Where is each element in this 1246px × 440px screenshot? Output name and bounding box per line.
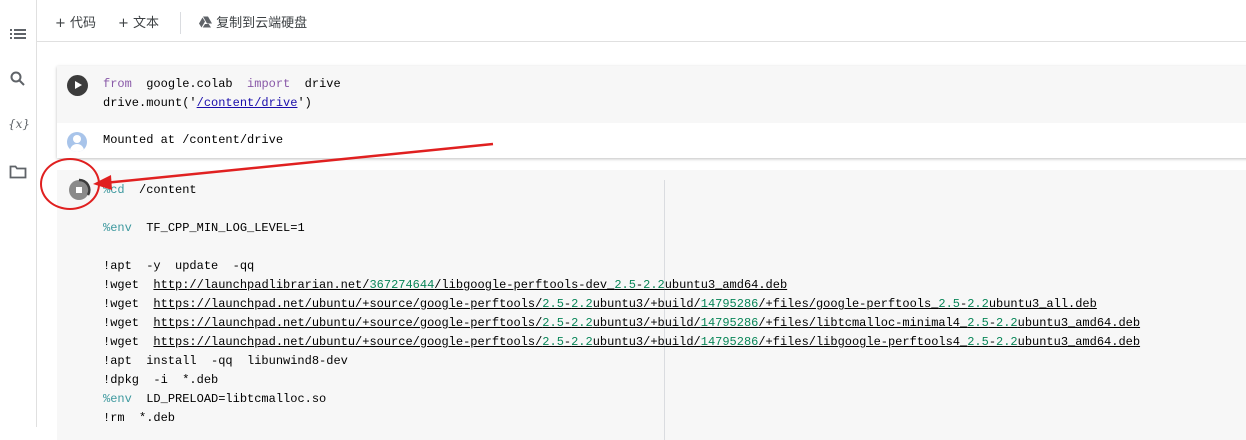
annotation-arrow (93, 142, 494, 190)
